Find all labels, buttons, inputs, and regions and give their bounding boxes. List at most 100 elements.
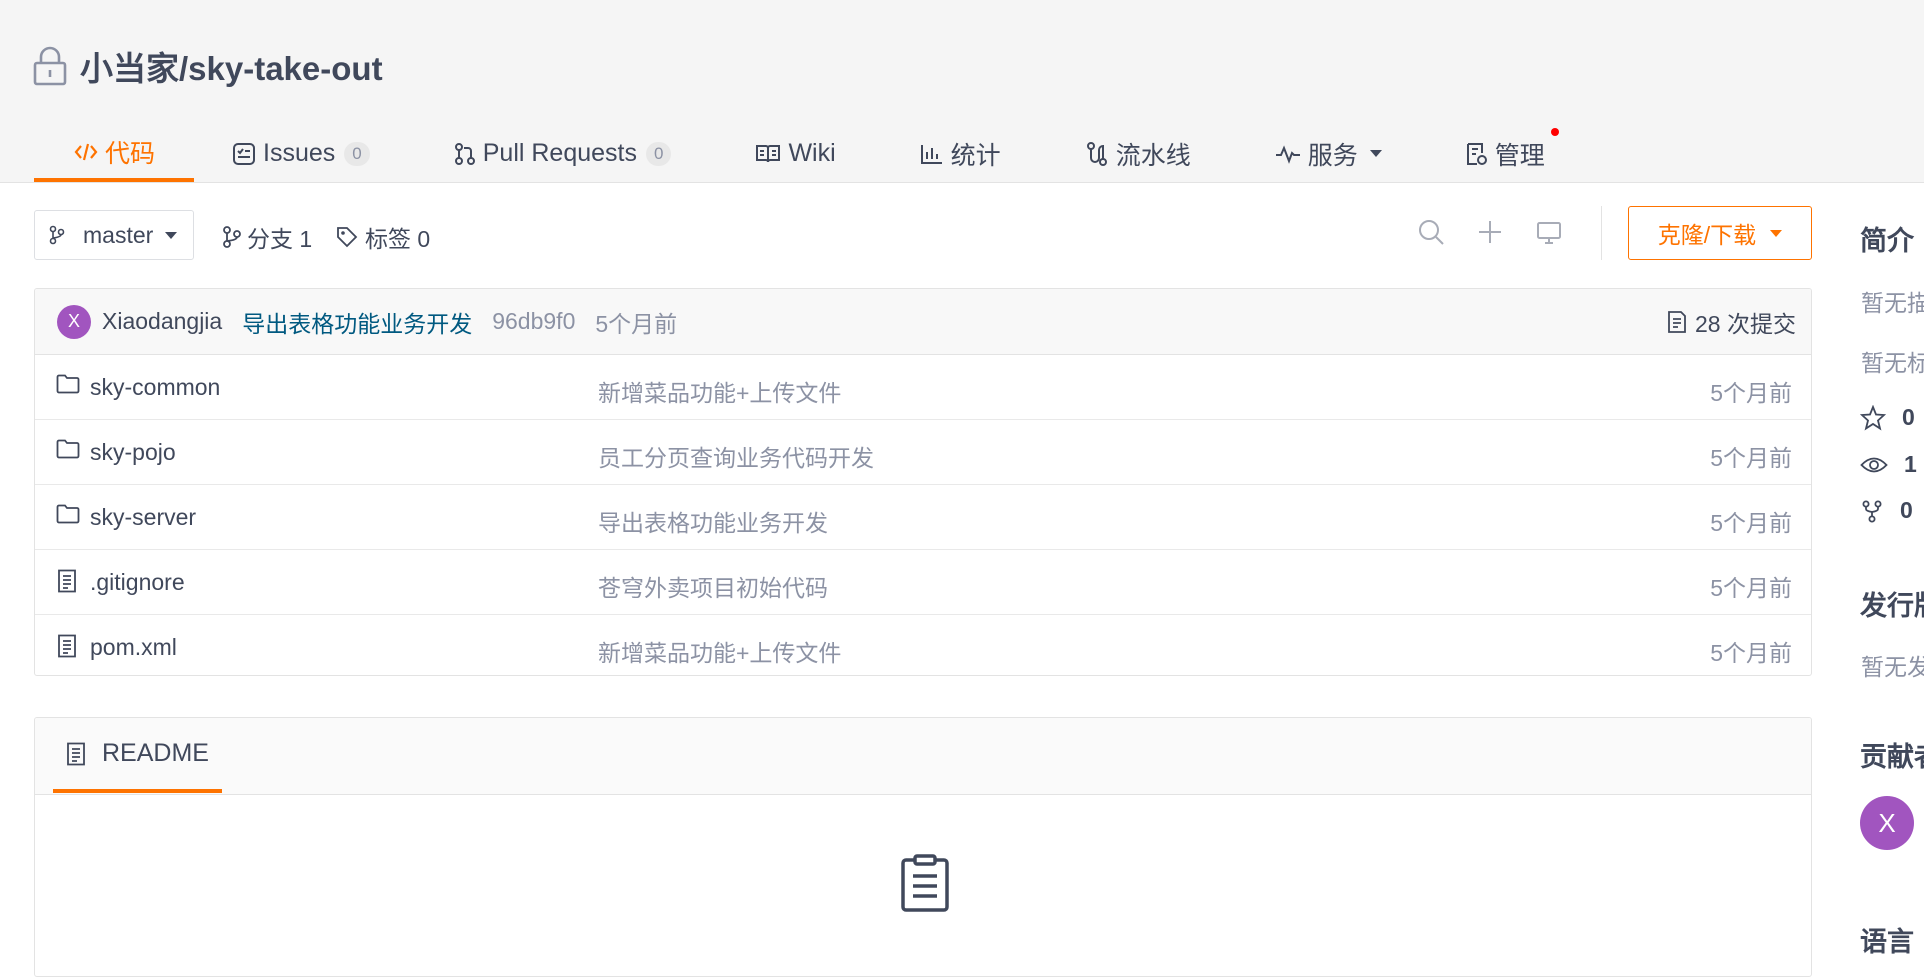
intro-description: 暂无描: [1861, 290, 1924, 316]
pull-request-icon: [454, 142, 476, 166]
tab-service[interactable]: 服务: [1271, 125, 1386, 182]
issues-count-badge: 0: [344, 141, 370, 166]
add-file-icon[interactable]: [1476, 218, 1504, 246]
file-icon: [56, 634, 78, 658]
code-icon: [74, 141, 98, 163]
branch-select[interactable]: master: [34, 210, 194, 260]
tab-wiki[interactable]: Wiki: [751, 125, 839, 182]
fork-icon: [1860, 499, 1884, 523]
file-commit-time: 5个月前: [1710, 380, 1792, 406]
intro-heading: 简介: [1860, 226, 1914, 256]
stars-count: 0: [1902, 404, 1915, 430]
service-icon: [1275, 144, 1301, 164]
branch-icon: [49, 225, 65, 245]
releases-heading: 发行版: [1860, 591, 1924, 621]
file-commit-message[interactable]: 苍穹外卖项目初始代码: [598, 569, 828, 603]
tab-code[interactable]: 代码: [34, 125, 194, 182]
contributors-heading: 贡献者: [1860, 742, 1924, 772]
tab-stats-label: 统计: [950, 141, 1001, 170]
clone-download-label: 克隆/下载: [1657, 222, 1757, 248]
forks-count: 0: [1900, 497, 1913, 523]
intro-tags: 暂无标: [1861, 350, 1924, 376]
commit-count-link[interactable]: 28 次提交: [1667, 289, 1796, 354]
tab-pipeline-label: 流水线: [1115, 141, 1191, 170]
readme-tab-label: README: [102, 739, 209, 767]
repo-tool-icons: [1417, 218, 1594, 246]
file-list: X Xiaodangjia 导出表格功能业务开发 96db9f0 5个月前 28…: [34, 288, 1812, 676]
repo-header: 小当家/sky-take-out 代码 Issues 0 Pull Reques…: [0, 0, 1924, 183]
table-row: sky-pojo 员工分页查询业务代码开发 5个月前: [35, 420, 1811, 485]
tag-icon: [336, 226, 358, 248]
file-commit-time: 5个月前: [1710, 575, 1792, 601]
tags-label: 标签 0: [365, 226, 431, 252]
search-icon[interactable]: [1417, 218, 1445, 246]
folder-icon: [56, 504, 80, 524]
file-commit-message[interactable]: 新增菜品功能+上传文件: [598, 374, 841, 408]
commit-count-label: 28 次提交: [1695, 310, 1796, 337]
file-name-link[interactable]: sky-server: [90, 504, 196, 531]
commit-sha[interactable]: 96db9f0: [492, 308, 575, 335]
file-commit-message[interactable]: 新增菜品功能+上传文件: [598, 634, 841, 668]
tab-pull-requests[interactable]: Pull Requests 0: [450, 125, 676, 182]
tab-code-label: 代码: [105, 139, 156, 168]
readme-panel: README: [34, 717, 1812, 977]
folder-icon: [56, 439, 80, 459]
tab-wiki-label: Wiki: [788, 139, 836, 167]
table-row: .gitignore 苍穹外卖项目初始代码 5个月前: [35, 550, 1811, 615]
file-name-link[interactable]: sky-common: [90, 374, 220, 401]
tab-readme[interactable]: README: [53, 718, 222, 793]
clone-download-button[interactable]: 克隆/下载: [1628, 206, 1812, 260]
commits-icon: [1667, 310, 1687, 334]
file-name-link[interactable]: sky-pojo: [90, 439, 176, 466]
folder-icon: [56, 374, 80, 394]
avatar[interactable]: X: [57, 304, 91, 339]
tags-link[interactable]: 标签 0: [336, 220, 430, 254]
empty-document-icon: [900, 854, 950, 912]
forks-stat[interactable]: 0: [1860, 497, 1913, 524]
file-commit-message[interactable]: 导出表格功能业务开发: [598, 504, 828, 538]
tab-stats[interactable]: 统计: [916, 125, 1005, 182]
commit-message-link[interactable]: 导出表格功能业务开发: [242, 305, 472, 339]
stats-icon: [920, 143, 944, 165]
file-commit-time: 5个月前: [1710, 510, 1792, 536]
pipeline-icon: [1085, 141, 1109, 166]
watchers-stat[interactable]: 1: [1860, 451, 1917, 478]
file-name-link[interactable]: pom.xml: [90, 634, 177, 661]
lock-icon: [33, 46, 67, 86]
tab-issues[interactable]: Issues 0: [228, 125, 374, 182]
tab-pipeline[interactable]: 流水线: [1081, 125, 1195, 182]
file-commit-time: 5个月前: [1710, 445, 1792, 471]
repo-title[interactable]: 小当家/sky-take-out: [80, 42, 383, 90]
branch-icon: [222, 226, 242, 248]
chevron-down-icon: [1770, 229, 1783, 237]
chevron-down-icon: [1369, 150, 1382, 157]
tab-manage-label: 管理: [1494, 141, 1545, 170]
file-icon: [56, 569, 78, 593]
eye-icon: [1860, 454, 1888, 476]
file-commit-time: 5个月前: [1710, 640, 1792, 666]
latest-commit-bar: X Xiaodangjia 导出表格功能业务开发 96db9f0 5个月前 28…: [35, 289, 1811, 355]
wiki-icon: [755, 144, 781, 164]
manage-icon: [1466, 142, 1488, 166]
tab-pull-requests-label: Pull Requests: [482, 139, 637, 167]
tab-service-label: 服务: [1307, 141, 1358, 170]
table-row: pom.xml 新增菜品功能+上传文件 5个月前: [35, 615, 1811, 675]
issues-icon: [232, 142, 256, 166]
web-ide-icon[interactable]: [1535, 218, 1563, 246]
repo-tabs: 代码 Issues 0 Pull Requests 0 Wiki 统计 流水线 …: [34, 125, 1559, 182]
file-name-link[interactable]: .gitignore: [90, 569, 185, 596]
pull-requests-count-badge: 0: [645, 141, 672, 166]
file-commit-message[interactable]: 员工分页查询业务代码开发: [598, 439, 874, 473]
branches-link[interactable]: 分支 1: [222, 220, 312, 254]
tab-manage[interactable]: 管理: [1462, 125, 1559, 182]
stars-stat[interactable]: 0: [1860, 404, 1915, 431]
branches-label: 分支 1: [247, 226, 313, 252]
tab-issues-label: Issues: [263, 139, 336, 167]
commit-author[interactable]: Xiaodangjia: [102, 308, 222, 335]
language-heading: 语言: [1860, 927, 1914, 957]
star-icon: [1860, 404, 1886, 431]
chevron-down-icon: [165, 231, 178, 239]
branch-name: master: [83, 221, 154, 248]
readme-header: README: [35, 718, 1811, 795]
avatar[interactable]: X: [1860, 796, 1914, 850]
